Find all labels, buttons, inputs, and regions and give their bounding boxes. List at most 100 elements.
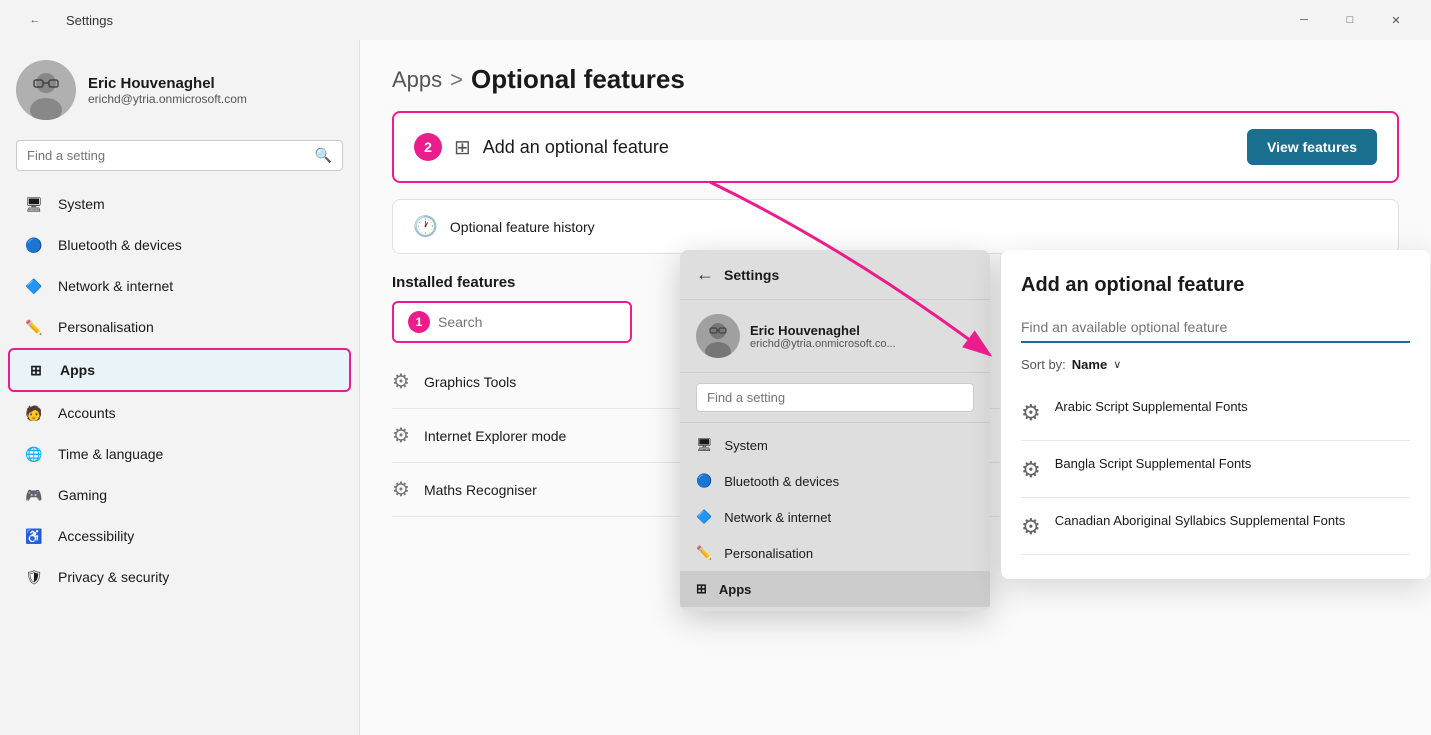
sidebar-item-accounts[interactable]: 🧑 Accounts <box>8 393 351 433</box>
sidebar-item-personalisation-label: Personalisation <box>58 319 154 335</box>
apps-icon: ⊞ <box>26 360 46 380</box>
overlay-personalisation-icon: ✏️ <box>696 545 712 561</box>
sidebar-item-accounts-label: Accounts <box>58 405 116 421</box>
feature-name: Internet Explorer mode <box>424 428 566 444</box>
breadcrumb: Apps > Optional features <box>360 40 1431 111</box>
step1-badge: 1 <box>408 311 430 333</box>
feature-name: Graphics Tools <box>424 374 516 390</box>
feature-search-input[interactable] <box>1021 313 1410 343</box>
sidebar-item-personalisation[interactable]: ✏️ Personalisation <box>8 307 351 347</box>
sidebar-item-time-label: Time & language <box>58 446 163 462</box>
user-profile: Eric Houvenaghel erichd@ytria.onmicrosof… <box>0 40 359 136</box>
overlay-network-icon: 🔷 <box>696 509 712 525</box>
feature-option-name: Arabic Script Supplemental Fonts <box>1055 398 1248 416</box>
sidebar-item-system[interactable]: 🖥 System <box>8 184 351 224</box>
overlay-user-email: erichd@ytria.onmicrosoft.co... <box>750 338 896 350</box>
sidebar-item-network-label: Network & internet <box>58 278 173 294</box>
installed-search-input[interactable] <box>438 314 619 330</box>
feature-option-icon: ⚙ <box>1021 457 1041 483</box>
feature-option-bangla[interactable]: ⚙ Bangla Script Supplemental Fonts <box>1021 441 1410 498</box>
sort-chevron-icon[interactable]: ∨ <box>1113 358 1121 371</box>
overlay-title: Settings <box>724 267 779 283</box>
feature-icon: ⚙ <box>392 423 410 448</box>
feature-option-icon: ⚙ <box>1021 400 1041 426</box>
back-button[interactable]: ← <box>12 4 58 36</box>
network-icon: 🔷 <box>24 276 44 296</box>
sidebar-item-accessibility-label: Accessibility <box>58 528 134 544</box>
overlay-search-input[interactable] <box>696 383 974 412</box>
maximize-button[interactable]: □ <box>1327 4 1373 36</box>
sidebar-item-network[interactable]: 🔷 Network & internet <box>8 266 351 306</box>
sidebar: Eric Houvenaghel erichd@ytria.onmicrosof… <box>0 40 360 735</box>
sidebar-item-accessibility[interactable]: ♿ Accessibility <box>8 516 351 556</box>
sidebar-search-input[interactable] <box>27 148 307 163</box>
sidebar-item-gaming-label: Gaming <box>58 487 107 503</box>
user-info: Eric Houvenaghel erichd@ytria.onmicrosof… <box>88 75 247 106</box>
overlay-system-icon: 🖥 <box>696 437 713 453</box>
time-icon: 🌐 <box>24 444 44 464</box>
overlay-nav-bluetooth[interactable]: 🔵 Bluetooth & devices <box>680 463 990 499</box>
overlay-nav-personalisation[interactable]: ✏️ Personalisation <box>680 535 990 571</box>
breadcrumb-current: Optional features <box>471 64 685 95</box>
feature-name: Maths Recogniser <box>424 482 537 498</box>
close-button[interactable]: ✕ <box>1373 4 1419 36</box>
overlay-settings-panel: ← Settings Eric Houvenaghel erichd@ytria… <box>680 250 990 611</box>
overlay-search[interactable] <box>680 373 990 423</box>
overlay-nav: 🖥 System 🔵 Bluetooth & devices 🔷 Network… <box>680 423 990 611</box>
feature-option-canadian[interactable]: ⚙ Canadian Aboriginal Syllabics Suppleme… <box>1021 498 1410 555</box>
sidebar-item-privacy[interactable]: 🛡 Privacy & security <box>8 557 351 597</box>
search-icon: 🔍 <box>315 147 332 164</box>
gaming-icon: 🎮 <box>24 485 44 505</box>
breadcrumb-apps[interactable]: Apps <box>392 67 442 93</box>
personalisation-icon: ✏️ <box>24 317 44 337</box>
nav-items: 🖥 System 🔵 Bluetooth & devices 🔷 Network… <box>0 183 359 735</box>
bluetooth-icon: 🔵 <box>24 235 44 255</box>
window-controls: ─ □ ✕ <box>1281 4 1419 36</box>
feature-option-icon: ⚙ <box>1021 514 1041 540</box>
history-icon: 🕐 <box>413 214 438 239</box>
overlay-nav-apps[interactable]: ⊞ Apps <box>680 571 990 607</box>
overlay-header: ← Settings <box>680 250 990 300</box>
sidebar-item-gaming[interactable]: 🎮 Gaming <box>8 475 351 515</box>
privacy-icon: 🛡 <box>24 567 44 587</box>
view-features-button[interactable]: View features <box>1247 129 1377 165</box>
grid-icon: ⊞ <box>454 135 471 160</box>
avatar <box>16 60 76 120</box>
overlay-apps-icon: ⊞ <box>696 581 707 597</box>
sidebar-item-time[interactable]: 🌐 Time & language <box>8 434 351 474</box>
optional-history-row[interactable]: 🕐 Optional feature history <box>392 199 1399 254</box>
minimize-button[interactable]: ─ <box>1281 4 1327 36</box>
feature-icon: ⚙ <box>392 369 410 394</box>
right-panel-title: Add an optional feature <box>1021 274 1410 297</box>
sidebar-item-apps-label: Apps <box>60 362 95 378</box>
overlay-avatar <box>696 314 740 358</box>
system-icon: 🖥 <box>24 194 44 214</box>
breadcrumb-separator: > <box>450 67 463 93</box>
overlay-profile: Eric Houvenaghel erichd@ytria.onmicrosof… <box>680 300 990 373</box>
titlebar-left: ← Settings <box>0 4 113 36</box>
feature-option-name: Bangla Script Supplemental Fonts <box>1055 455 1252 473</box>
add-feature-row: 2 ⊞ Add an optional feature View feature… <box>392 111 1399 183</box>
feature-option-name: Canadian Aboriginal Syllabics Supplement… <box>1055 512 1346 530</box>
app-title: Settings <box>66 13 113 28</box>
titlebar: ← Settings ─ □ ✕ <box>0 0 1431 40</box>
sidebar-item-bluetooth-label: Bluetooth & devices <box>58 237 182 253</box>
step2-badge: 2 <box>414 133 442 161</box>
sidebar-item-bluetooth[interactable]: 🔵 Bluetooth & devices <box>8 225 351 265</box>
add-feature-label: Add an optional feature <box>483 137 669 158</box>
history-label: Optional feature history <box>450 219 595 235</box>
overlay-user-name: Eric Houvenaghel <box>750 323 896 338</box>
overlay-bluetooth-icon: 🔵 <box>696 473 712 489</box>
sidebar-item-apps[interactable]: ⊞ Apps <box>8 348 351 392</box>
user-email: erichd@ytria.onmicrosoft.com <box>88 92 247 106</box>
sort-value[interactable]: Name <box>1072 357 1107 372</box>
add-feature-left: 2 ⊞ Add an optional feature <box>414 133 669 161</box>
overlay-back-button[interactable]: ← <box>696 264 714 285</box>
sidebar-search-box[interactable]: 🔍 <box>16 140 343 171</box>
feature-option-arabic[interactable]: ⚙ Arabic Script Supplemental Fonts <box>1021 384 1410 441</box>
search-installed-box[interactable]: 1 <box>392 301 632 343</box>
overlay-nav-system[interactable]: 🖥 System <box>680 427 990 463</box>
overlay-user-info: Eric Houvenaghel erichd@ytria.onmicrosof… <box>750 323 896 350</box>
overlay-nav-network[interactable]: 🔷 Network & internet <box>680 499 990 535</box>
sort-label: Sort by: <box>1021 357 1066 372</box>
